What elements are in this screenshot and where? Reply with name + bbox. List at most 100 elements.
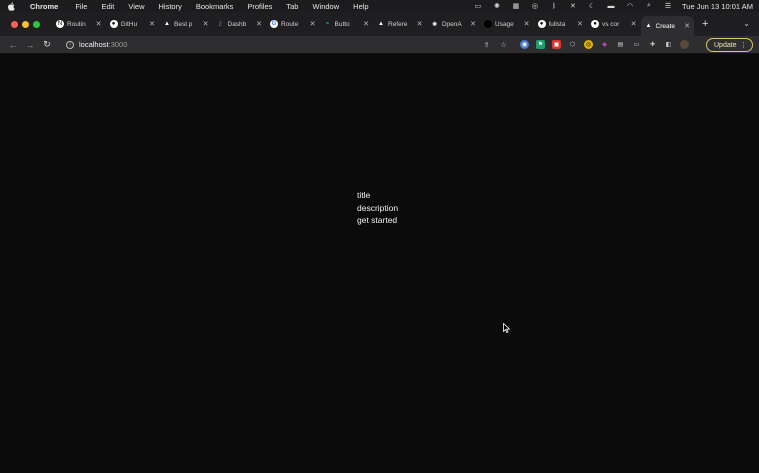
bluetooth-icon[interactable]: ᛒ: [549, 2, 559, 10]
tab-reference[interactable]: ▲ Refere ✕: [373, 15, 427, 33]
extension-folder-icon[interactable]: ▤: [616, 40, 625, 49]
close-tab-icon[interactable]: ✕: [631, 20, 637, 28]
chatgpt-icon[interactable]: ✺: [492, 2, 502, 10]
close-tab-icon[interactable]: ✕: [470, 20, 476, 28]
screen-mirroring-icon[interactable]: ▭: [473, 2, 483, 10]
profile-avatar[interactable]: [680, 40, 689, 49]
tab-fullstack[interactable]: ● fullsta ✕: [534, 15, 588, 33]
menu-view[interactable]: View: [128, 2, 144, 11]
clock[interactable]: Tue Jun 13 10:01 AM: [682, 2, 753, 11]
url-port: :3000: [108, 40, 128, 49]
page-viewport: [0, 55, 759, 473]
tab-button[interactable]: ≈ Butto ✕: [320, 15, 374, 33]
close-window-button[interactable]: [11, 20, 18, 28]
hero-description: description: [357, 202, 399, 213]
share-icon[interactable]: ⇪: [482, 40, 491, 49]
browser-toolbar: ← → ↻ i localhost:3000 ⇪ ☆ ◉ ⚑ ▣ ⬡ ◎ ◈ ▤…: [0, 36, 759, 54]
minimize-window-button[interactable]: [22, 20, 29, 28]
window-controls: [11, 20, 40, 28]
fullscreen-window-button[interactable]: [33, 20, 40, 28]
battery-icon[interactable]: ▬: [606, 2, 616, 10]
github-icon: ●: [109, 20, 118, 28]
tab-title: OpenA: [441, 20, 462, 28]
tab-route[interactable]: G Route ✕: [266, 15, 320, 33]
wifi-icon[interactable]: ◠: [625, 2, 635, 10]
menu-help[interactable]: Help: [353, 2, 368, 11]
menu-history[interactable]: History: [159, 2, 182, 11]
control-center-icon[interactable]: ☰: [663, 2, 673, 10]
extension-shield-icon[interactable]: ⬡: [568, 40, 577, 49]
tab-github[interactable]: ● GitHu ✕: [106, 15, 160, 33]
extension-yellow-icon[interactable]: ◎: [584, 40, 593, 49]
mute-icon[interactable]: ✕: [568, 2, 578, 10]
menu-edit[interactable]: Edit: [101, 2, 114, 11]
grid-app-icon[interactable]: ▦: [511, 2, 521, 10]
menu-file[interactable]: File: [75, 2, 87, 11]
reload-icon[interactable]: ↻: [40, 38, 54, 52]
sync-icon[interactable]: ◎: [530, 2, 540, 10]
address-bar[interactable]: i localhost:3000: [60, 37, 530, 52]
menu-app-name[interactable]: Chrome: [30, 2, 58, 11]
more-menu-icon[interactable]: ⋮: [740, 41, 747, 49]
close-tab-icon[interactable]: ✕: [149, 20, 155, 28]
close-tab-icon[interactable]: ✕: [96, 20, 102, 28]
bookmark-star-icon[interactable]: ☆: [499, 40, 508, 49]
close-tab-icon[interactable]: ✕: [684, 22, 690, 30]
usage-icon: [484, 20, 492, 28]
tab-title: Route: [281, 20, 299, 28]
tab-dashboard[interactable]: ℰ Dashb ✕: [213, 15, 267, 33]
extension-green-icon[interactable]: ⚑: [536, 40, 545, 49]
github-icon: ●: [537, 20, 546, 28]
menu-tab[interactable]: Tab: [286, 2, 298, 11]
google-icon: G: [270, 20, 278, 28]
update-button[interactable]: Update ⋮: [706, 38, 753, 52]
url-host: localhost: [79, 40, 109, 49]
tab-search-chevron-icon[interactable]: ⌄: [743, 19, 750, 28]
side-panel-icon[interactable]: ◧: [664, 40, 673, 49]
close-tab-icon[interactable]: ✕: [417, 20, 423, 28]
forward-arrow-icon[interactable]: →: [23, 38, 37, 52]
close-tab-icon[interactable]: ✕: [310, 20, 316, 28]
menu-window[interactable]: Window: [312, 2, 339, 11]
tab-routing[interactable]: N Routin ✕: [52, 15, 106, 33]
status-area: ▭ ✺ ▦ ◎ ᛒ ✕ ☾ ▬ ◠ ⌕ ☰ Tue Jun 13 10:01 A…: [473, 0, 753, 12]
hero-title: title: [357, 190, 371, 200]
back-arrow-icon[interactable]: ←: [6, 38, 20, 52]
update-label: Update: [714, 41, 737, 49]
tab-title: Routin: [67, 20, 86, 28]
extension-card-icon[interactable]: ▭: [632, 40, 641, 49]
tab-usage[interactable]: Usage ✕: [480, 15, 534, 33]
tab-title: Usage: [495, 20, 514, 28]
close-tab-icon[interactable]: ✕: [363, 20, 369, 28]
get-started-button[interactable]: get started: [357, 214, 398, 227]
moon-icon[interactable]: ☾: [587, 2, 597, 10]
close-tab-icon[interactable]: ✕: [524, 20, 530, 28]
extensions-row: ◉ ⚑ ▣ ⬡ ◎ ◈ ▤ ▭ ✚ ◧: [520, 40, 689, 49]
close-tab-icon[interactable]: ✕: [203, 20, 209, 28]
new-tab-button[interactable]: +: [702, 18, 708, 30]
tab-create-active[interactable]: ▲ Create ✕: [640, 16, 694, 36]
menu-profiles[interactable]: Profiles: [247, 2, 272, 11]
extensions-puzzle-icon[interactable]: ✚: [648, 40, 657, 49]
extension-pink-icon[interactable]: ◈: [600, 40, 609, 49]
tab-title: Dashb: [227, 20, 247, 28]
close-tab-icon[interactable]: ✕: [577, 20, 583, 28]
address-bar-actions: ⇪ ☆: [482, 40, 508, 49]
next-icon: N: [56, 20, 64, 28]
dashboard-icon: ℰ: [218, 21, 223, 28]
vercel-icon: ▲: [164, 21, 170, 27]
tab-openai[interactable]: ✺ OpenA ✕: [427, 15, 481, 33]
tab-vs-code[interactable]: ● vs cor ✕: [587, 15, 641, 33]
extension-red-icon[interactable]: ▣: [552, 40, 561, 49]
close-tab-icon[interactable]: ✕: [256, 20, 262, 28]
macos-menu-bar: Chrome File Edit View History Bookmarks …: [0, 0, 759, 12]
shadcn-icon: ≈: [325, 21, 330, 27]
site-info-icon[interactable]: i: [66, 40, 74, 49]
apple-menu-icon[interactable]: [6, 1, 16, 11]
tab-best-practices[interactable]: ▲ Best p ✕: [159, 15, 213, 33]
github-icon: ●: [591, 20, 599, 28]
vercel-icon: ▲: [378, 21, 384, 27]
search-icon[interactable]: ⌕: [644, 2, 654, 10]
extension-translate-icon[interactable]: ◉: [520, 40, 529, 49]
menu-bookmarks[interactable]: Bookmarks: [196, 2, 234, 11]
